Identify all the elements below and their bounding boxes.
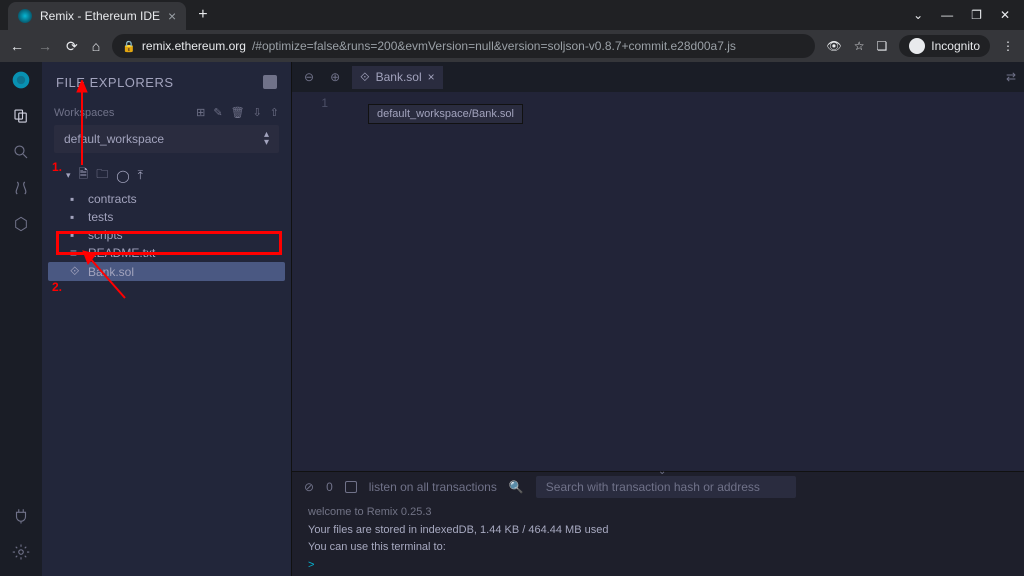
incognito-icon (909, 38, 925, 54)
search-icon[interactable]: 🔍 (509, 480, 524, 494)
panel-action-icon[interactable] (263, 75, 277, 89)
app-root: FILE EXPLORERS Workspaces ⊞ ✎ 🗑 ⇩ ⇧ defa… (0, 62, 1024, 576)
minimize-icon[interactable]: — (941, 8, 953, 22)
folder-icon: ▪ (70, 192, 82, 206)
editor-body[interactable]: 1 default_workspace/Bank.sol (292, 92, 1024, 471)
icon-sidebar (0, 62, 42, 576)
listen-label: listen on all transactions (369, 480, 497, 494)
chevron-down-icon[interactable]: ⌄ (913, 8, 923, 22)
listen-checkbox[interactable] (345, 481, 357, 493)
plugin-manager-icon[interactable] (11, 506, 31, 526)
close-tab-icon[interactable]: × (428, 70, 435, 84)
annotation-number-2: 2. (52, 280, 62, 294)
forward-icon[interactable]: → (38, 38, 52, 55)
search-icon[interactable] (11, 142, 31, 162)
home-icon[interactable]: ⌂ (92, 38, 100, 55)
deploy-icon[interactable] (11, 214, 31, 234)
new-tab-button[interactable]: + (198, 6, 207, 24)
annotation-arrow-2 (80, 248, 140, 303)
editor-tab[interactable]: ⟐ Bank.sol × (352, 66, 443, 89)
close-icon[interactable]: × (168, 8, 176, 24)
folder-item[interactable]: ▪ scripts (42, 226, 291, 244)
browser-tab[interactable]: Remix - Ethereum IDE × (8, 2, 186, 30)
new-folder-icon[interactable]: 🗀 (96, 165, 108, 186)
item-label: tests (88, 210, 113, 224)
zoom-in-icon[interactable]: ⊕ (326, 70, 344, 84)
reload-icon[interactable]: ⟳ (66, 38, 78, 55)
terminal-line: Your files are stored in indexedDB, 1.44… (308, 522, 1008, 540)
star-icon[interactable]: ☆ (854, 39, 865, 53)
folder-item[interactable]: ▪ tests (42, 208, 291, 226)
editor-tabbar: ⊖ ⊕ ⟐ Bank.sol × ⇄ (292, 62, 1024, 92)
line-gutter: 1 (292, 92, 336, 471)
item-label: scripts (88, 228, 123, 242)
ws-delete-icon[interactable]: 🗑 (231, 106, 245, 119)
terminal-panel: ⌄ ⊘ 0 listen on all transactions 🔍 Searc… (292, 471, 1024, 576)
menu-icon[interactable]: ⋮ (1002, 39, 1014, 53)
terminal-line: welcome to Remix 0.25.3 (308, 504, 1008, 522)
incognito-badge[interactable]: Incognito (899, 35, 990, 57)
folder-item[interactable]: ▪ contracts (42, 190, 291, 208)
zoom-out-icon[interactable]: ⊖ (300, 70, 318, 84)
browser-titlebar: Remix - Ethereum IDE × + ⌄ — ❐ ✕ (0, 0, 1024, 30)
ws-rename-icon[interactable]: ✎ (213, 106, 222, 119)
compiler-icon[interactable] (11, 178, 31, 198)
clear-icon[interactable]: ⊘ (304, 480, 314, 494)
back-icon[interactable]: ← (10, 38, 24, 55)
terminal-line: You can use this terminal to: (308, 539, 1008, 557)
puzzle-icon[interactable]: ❏ (877, 39, 888, 53)
swap-panel-icon[interactable]: ⇄ (1006, 70, 1016, 84)
upload-file-icon[interactable]: ⤒ (138, 168, 143, 183)
file-explorer-icon[interactable] (11, 106, 31, 126)
select-chevron-icon: ▴▾ (264, 131, 269, 147)
terminal-search-input[interactable]: Search with transaction hash or address (536, 476, 796, 498)
tab-favicon (18, 9, 32, 23)
solidity-icon: ⟐ (360, 70, 369, 85)
browser-addressbar: ← → ⟳ ⌂ 🔒 remix.ethereum.org /#optimize=f… (0, 30, 1024, 62)
tree-toggle-icon[interactable]: ▾ (66, 170, 71, 181)
editor-area: ⊖ ⊕ ⟐ Bank.sol × ⇄ 1 default_workspace/B… (292, 62, 1024, 576)
settings-icon[interactable] (11, 542, 31, 562)
ws-download-icon[interactable]: ⇩ (253, 106, 262, 119)
folder-icon: ▪ (70, 210, 82, 224)
editor-tooltip: default_workspace/Bank.sol (368, 104, 523, 124)
incognito-label: Incognito (931, 39, 980, 53)
maximize-icon[interactable]: ❐ (971, 8, 982, 22)
url-bar[interactable]: 🔒 remix.ethereum.org /#optimize=false&run… (112, 34, 814, 58)
tab-title: Remix - Ethereum IDE (40, 9, 160, 23)
code-area[interactable] (336, 92, 1024, 471)
terminal-toolbar: ⌄ ⊘ 0 listen on all transactions 🔍 Searc… (292, 472, 1024, 502)
ws-create-icon[interactable]: ⊞ (196, 106, 205, 119)
editor-tab-label: Bank.sol (376, 70, 422, 84)
terminal-prompt: > (308, 557, 1008, 575)
eye-off-icon[interactable]: 👁 (827, 39, 842, 53)
terminal-output[interactable]: welcome to Remix 0.25.3 Your files are s… (292, 502, 1024, 576)
url-path: /#optimize=false&runs=200&evmVersion=nul… (252, 39, 736, 53)
lock-icon: 🔒 (122, 40, 136, 53)
url-domain: remix.ethereum.org (142, 39, 246, 53)
annotation-number-1: 1. (52, 160, 62, 174)
pending-count: 0 (326, 480, 333, 494)
ws-upload-icon[interactable]: ⇧ (270, 106, 279, 119)
remix-logo[interactable] (11, 70, 31, 90)
line-number: 1 (321, 96, 328, 110)
window-controls: ⌄ — ❐ ✕ (913, 8, 1016, 22)
collapse-icon[interactable]: ⌄ (658, 466, 666, 477)
item-label: contracts (88, 192, 137, 206)
close-window-icon[interactable]: ✕ (1000, 8, 1010, 22)
gist-icon[interactable]: ◯ (116, 169, 129, 183)
annotation-arrow-1 (72, 80, 92, 170)
folder-icon: ▪ (70, 228, 82, 242)
